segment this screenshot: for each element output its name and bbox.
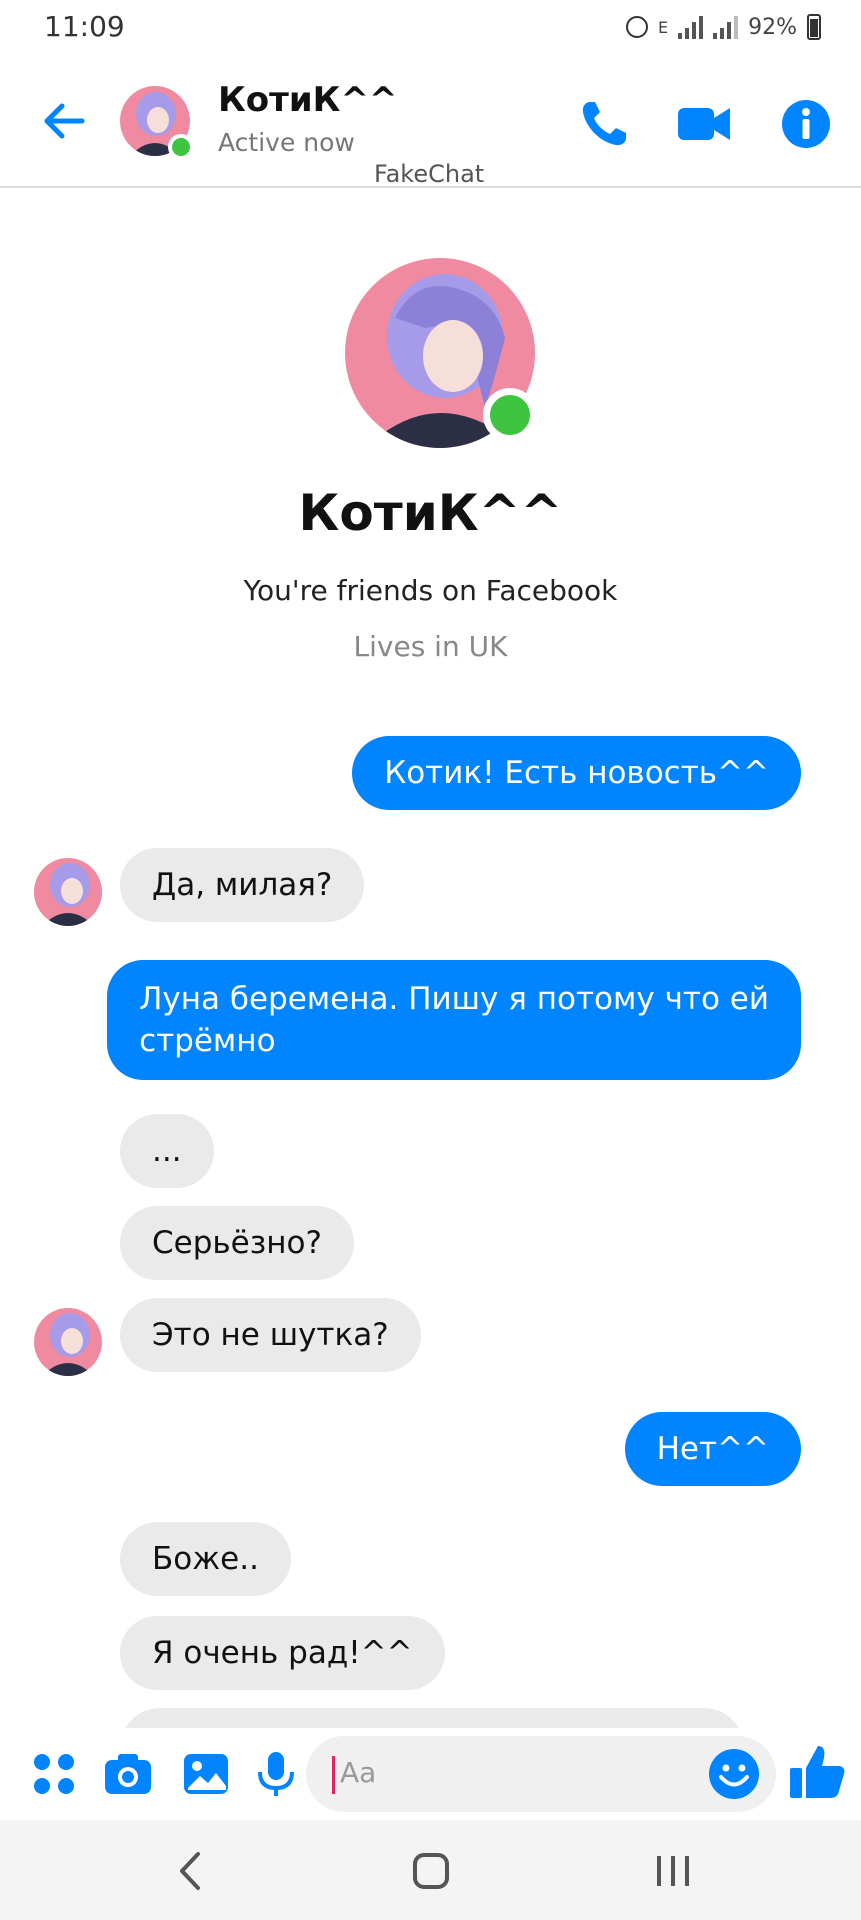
message-incoming[interactable]: Да, милая? — [120, 848, 365, 922]
back-arrow-icon[interactable] — [38, 96, 88, 146]
friends-status: You're friends on Facebook — [243, 574, 618, 607]
message-avatar — [34, 858, 102, 926]
message-incoming[interactable]: Это не шутка? — [120, 1298, 421, 1372]
message-input[interactable]: Aa — [306, 1736, 776, 1812]
text-caret — [332, 1756, 335, 1794]
message-composer: Aa — [0, 1728, 861, 1820]
status-time: 11:09 — [44, 10, 125, 43]
like-icon[interactable] — [786, 1740, 850, 1804]
message-avatar — [34, 1308, 102, 1376]
message-incoming[interactable]: Боже.. — [120, 1522, 291, 1596]
signal-icon-2 — [713, 15, 739, 39]
apps-icon[interactable] — [28, 1748, 80, 1800]
battery-icon — [807, 14, 821, 40]
message-outgoing[interactable]: Нет^^ — [624, 1412, 801, 1486]
conversation-header: КотиК^^ Active now FakeChat — [0, 58, 861, 188]
gallery-icon[interactable] — [180, 1748, 232, 1800]
profile-name: КотиК^^ — [298, 484, 563, 542]
system-navigation-bar — [0, 1820, 861, 1920]
nav-back-icon[interactable] — [166, 1848, 216, 1894]
location-info: Lives in UK — [353, 630, 508, 663]
header-avatar[interactable] — [120, 86, 194, 160]
watermark: FakeChat — [374, 160, 485, 188]
message-incoming[interactable]: ... — [120, 1114, 214, 1188]
presence-status: Active now — [218, 128, 355, 157]
info-icon[interactable] — [778, 96, 834, 152]
input-placeholder: Aa — [340, 1756, 377, 1789]
status-bar: 11:09 E 92% — [0, 0, 861, 58]
network-type: E — [657, 17, 669, 37]
message-incoming[interactable]: Я очень рад!^^ — [120, 1616, 445, 1690]
message-incoming[interactable]: Серьёзно? — [120, 1206, 354, 1280]
contact-name[interactable]: КотиК^^ — [218, 80, 397, 120]
profile-avatar[interactable] — [345, 258, 537, 448]
emoji-icon[interactable] — [706, 1746, 762, 1802]
alarm-icon — [625, 16, 648, 38]
signal-icon — [678, 15, 704, 39]
video-icon[interactable] — [676, 96, 732, 152]
nav-recents-icon[interactable] — [648, 1848, 698, 1894]
nav-home-icon[interactable] — [406, 1848, 456, 1894]
message-outgoing[interactable]: Котик! Есть новость^^ — [352, 736, 801, 810]
battery-percent: 92% — [748, 14, 797, 40]
microphone-icon[interactable] — [250, 1748, 302, 1800]
message-line: Луна беремена. Пишу я потому что ей — [139, 981, 769, 1017]
phone-icon[interactable] — [576, 96, 632, 152]
online-indicator — [168, 134, 194, 160]
status-icons: E 92% — [625, 14, 821, 40]
profile-online-indicator — [483, 388, 537, 442]
message-outgoing[interactable]: Луна беремена. Пишу я потому что ей стрё… — [107, 960, 801, 1080]
message-line: стрёмно — [139, 1023, 276, 1059]
camera-icon[interactable] — [102, 1748, 154, 1800]
